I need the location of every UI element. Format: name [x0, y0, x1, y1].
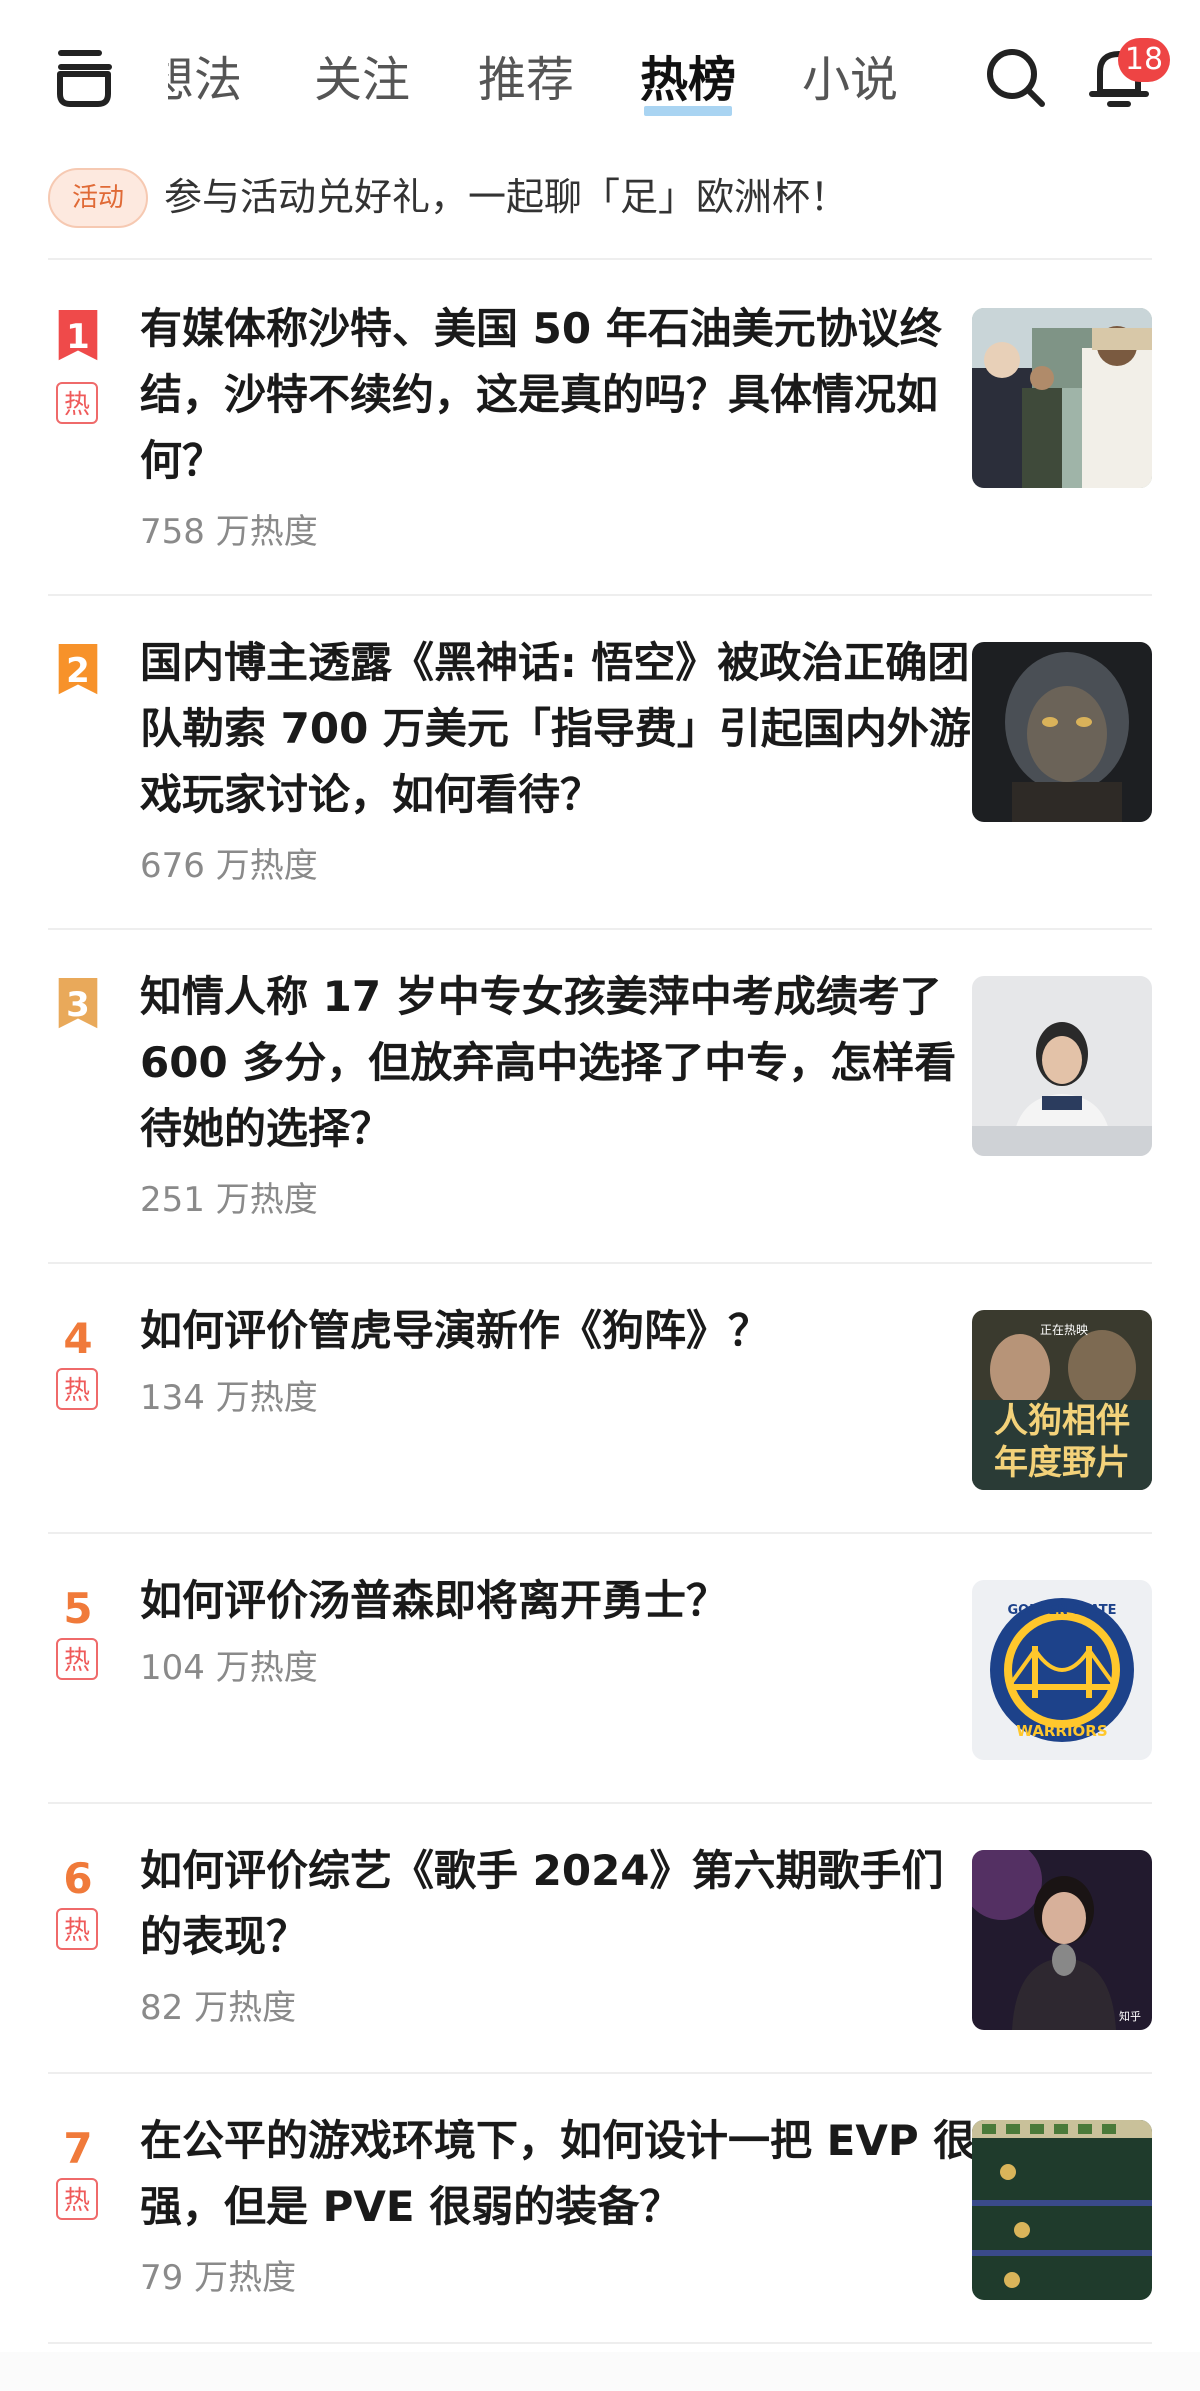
poster-top-text: 正在热映	[1040, 1323, 1088, 1337]
divider	[48, 2342, 1152, 2344]
tab-recommend[interactable]: 推荐	[478, 40, 574, 120]
watermark-text: 知乎	[1119, 2009, 1141, 2023]
activity-text: 参与活动兑好礼，一起聊「足」欧洲杯！	[164, 175, 849, 219]
search-icon[interactable]	[982, 44, 1048, 110]
hot-list-item[interactable]: 5 热 如何评价汤普森即将离开勇士？ 104 万热度 GOLDEN STATE …	[48, 1534, 1152, 1804]
rank-number: 1	[66, 317, 90, 357]
heat-count: 79 万热度	[140, 2258, 297, 2298]
hot-tag: 热	[56, 1908, 98, 1950]
hot-tag: 热	[56, 2178, 98, 2220]
rank-number: 3	[66, 985, 90, 1025]
activity-tag: 活动	[48, 168, 148, 228]
tab-hot-list-label: 热榜	[640, 52, 737, 108]
heat-count: 104 万热度	[140, 1648, 318, 1688]
rank-number: 5	[63, 1584, 93, 1633]
poster-slogan-line-1: 人狗相伴	[994, 1401, 1130, 1441]
hot-tag: 热	[56, 1368, 98, 1410]
tab-strip: 想法 关注 推荐 热榜 小说	[168, 40, 908, 120]
question-title[interactable]: 有媒体称沙特、美国 50 年石油美元协议终结，沙特不续约，这是真的吗？具体情况如…	[140, 296, 980, 494]
question-title[interactable]: 如何评价汤普森即将离开勇士？	[140, 1568, 980, 1634]
hot-list-item[interactable]: 4 热 如何评价管虎导演新作《狗阵》？ 134 万热度 正在热映 人狗相伴 年度…	[48, 1264, 1152, 1534]
hot-list-item[interactable]: 6 热 如何评价综艺《歌手 2024》第六期歌手们的表现？ 82 万热度 知乎	[48, 1804, 1152, 2074]
heat-count: 134 万热度	[140, 1378, 318, 1418]
logo-top-text: GOLDEN STATE	[1007, 1603, 1116, 1618]
question-title[interactable]: 在公平的游戏环境下，如何设计一把 EVP 很强，但是 PVE 很弱的装备？	[140, 2108, 980, 2240]
hot-list-item[interactable]: 7 热 在公平的游戏环境下，如何设计一把 EVP 很强，但是 PVE 很弱的装备…	[48, 2074, 1152, 2344]
poster-slogan-line-2: 年度野片	[994, 1443, 1130, 1483]
divider	[48, 258, 1152, 260]
notification-count-badge: 18	[1118, 38, 1170, 82]
wukong-game-art-thumbnail[interactable]	[972, 642, 1152, 822]
question-title[interactable]: 国内博主透露《黑神话: 悟空》被政治正确团队勒索 700 万美元「指导费」引起国…	[140, 630, 980, 828]
warriors-logo-thumbnail[interactable]: GOLDEN STATE WARRIORS	[972, 1580, 1152, 1760]
menu-icon[interactable]	[52, 44, 118, 110]
tab-following[interactable]: 关注	[314, 40, 410, 120]
heat-count: 758 万热度	[140, 512, 318, 552]
heat-count: 676 万热度	[140, 846, 318, 886]
heat-count: 82 万热度	[140, 1988, 297, 2028]
logo-bottom-text: WARRIORS	[1016, 1722, 1107, 1740]
heat-count: 251 万热度	[140, 1180, 318, 1220]
student-photo-thumbnail[interactable]	[972, 976, 1152, 1156]
activity-banner[interactable]: 活动 参与活动兑好礼，一起聊「足」欧洲杯！	[48, 166, 1152, 232]
tab-thoughts[interactable]: 想法	[168, 40, 242, 120]
game-screenshot-thumbnail[interactable]	[972, 2120, 1152, 2300]
movie-poster-thumbnail[interactable]: 正在热映 人狗相伴 年度野片	[972, 1310, 1152, 1490]
meeting-photo-thumbnail[interactable]	[972, 308, 1152, 488]
rank-number: 4	[63, 1314, 93, 1363]
rank-number: 7	[63, 2124, 93, 2173]
rank-number: 6	[63, 1854, 93, 1903]
rank-number: 2	[66, 651, 90, 691]
hot-tag: 热	[56, 1638, 98, 1680]
hot-list-item[interactable]: 3 知情人称 17 岁中专女孩姜萍中考成绩考了 600 多分，但放弃高中选择了中…	[48, 930, 1152, 1264]
hot-list-item[interactable]: 1 热 有媒体称沙特、美国 50 年石油美元协议终结，沙特不续约，这是真的吗？具…	[48, 262, 1152, 596]
question-title[interactable]: 如何评价管虎导演新作《狗阵》？	[140, 1298, 980, 1364]
top-navigation-bar: 想法 关注 推荐 热榜 小说 18	[0, 0, 1200, 150]
question-title[interactable]: 知情人称 17 岁中专女孩姜萍中考成绩考了 600 多分，但放弃高中选择了中专，…	[140, 964, 980, 1162]
bottom-bar	[0, 2352, 1200, 2391]
question-title[interactable]: 如何评价综艺《歌手 2024》第六期歌手们的表现？	[140, 1838, 980, 1970]
tab-hot-list[interactable]: 热榜	[640, 40, 736, 120]
hot-list-item[interactable]: 2 国内博主透露《黑神话: 悟空》被政治正确团队勒索 700 万美元「指导费」引…	[48, 596, 1152, 930]
singer-photo-thumbnail[interactable]: 知乎	[972, 1850, 1152, 2030]
tab-novels[interactable]: 小说	[802, 40, 898, 120]
hot-tag: 热	[56, 382, 98, 424]
